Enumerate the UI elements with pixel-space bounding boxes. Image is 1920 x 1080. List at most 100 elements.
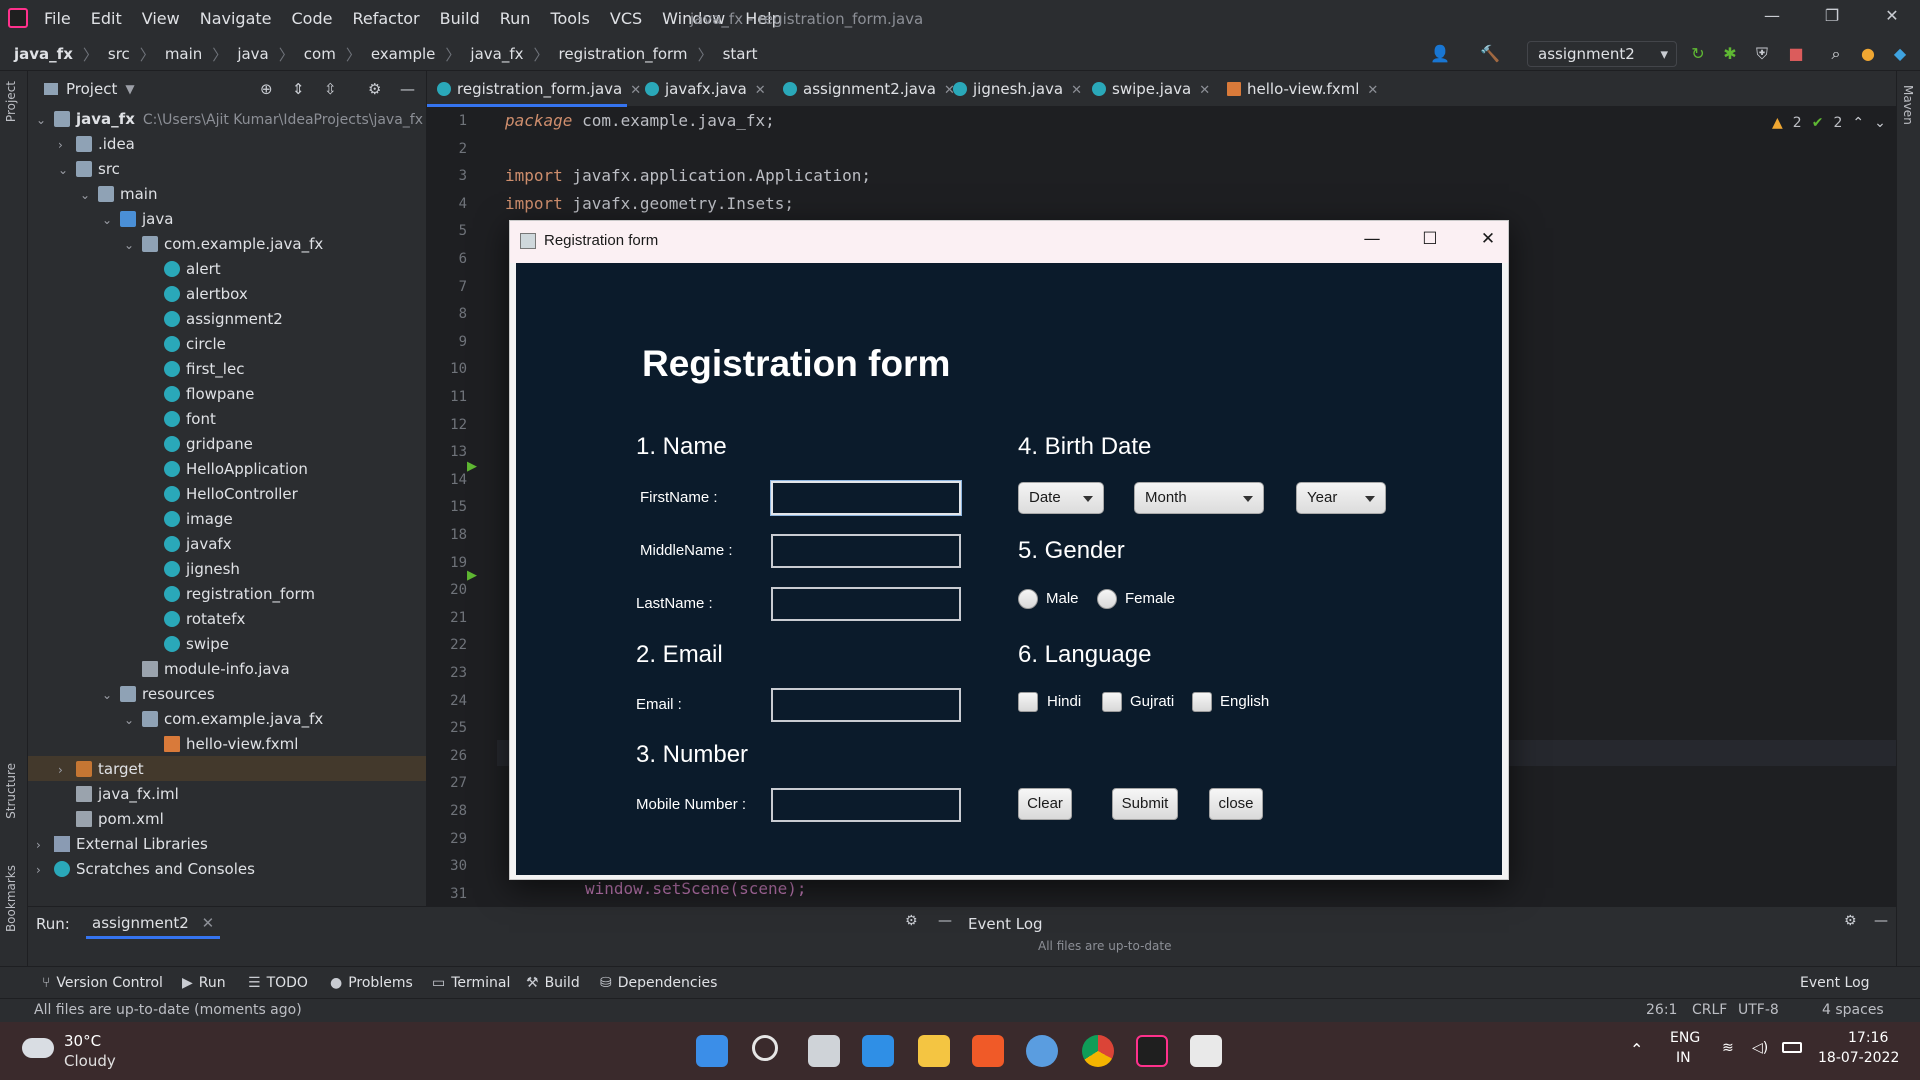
breadcrumb-item[interactable]: start <box>723 45 758 63</box>
tree-item[interactable]: ⌄ java_fx C:\Users\Ajit Kumar\IdeaProjects… <box>36 107 423 132</box>
project-label[interactable]: Project <box>66 80 117 98</box>
restore-icon[interactable]: ❐ <box>1812 6 1852 30</box>
tree-item[interactable]: module-info.java <box>124 657 290 682</box>
stripe-structure[interactable]: Structure <box>4 763 18 819</box>
collapse-all-icon[interactable]: ⇳ <box>324 80 337 98</box>
menu-file[interactable]: File <box>44 9 71 28</box>
lang-top[interactable]: ENG <box>1670 1030 1700 1046</box>
minimize-icon[interactable]: — <box>1352 229 1392 253</box>
clear-button[interactable]: Clear <box>1018 788 1072 820</box>
status-caret-position[interactable]: 26:1 <box>1646 1002 1677 1018</box>
breadcrumb-item[interactable]: com <box>304 45 336 63</box>
toolwindow-run[interactable]: ▶ Run <box>182 967 226 999</box>
hide-panel-icon[interactable]: — <box>938 913 952 929</box>
hammer-icon[interactable]: 🔨 <box>1480 44 1500 64</box>
weather-desc[interactable]: Cloudy <box>64 1052 116 1070</box>
status-line-separator[interactable]: CRLF <box>1692 1002 1727 1018</box>
tree-item[interactable]: circle <box>146 332 226 357</box>
breadcrumb-item[interactable]: java_fx <box>470 45 523 63</box>
tree-item[interactable]: rotatefx <box>146 607 245 632</box>
tree-item[interactable]: registration_form <box>146 582 315 607</box>
tree-item[interactable]: first_lec <box>146 357 244 382</box>
wifi-icon[interactable]: ≋ <box>1722 1040 1734 1056</box>
radio-female[interactable] <box>1097 589 1117 609</box>
chevron-down-icon[interactable]: ⌄ <box>124 708 142 733</box>
chrome-icon[interactable] <box>1082 1035 1114 1067</box>
breadcrumb-item[interactable]: java <box>237 45 268 63</box>
rerun-icon[interactable]: ↻ <box>1688 44 1708 64</box>
close-button[interactable]: close <box>1209 788 1263 820</box>
label-english[interactable]: English <box>1220 693 1269 710</box>
chevron-right-icon[interactable]: › <box>36 858 54 883</box>
run-gutter-icon[interactable]: ▶ <box>467 459 477 474</box>
tree-item[interactable]: alertbox <box>146 282 248 307</box>
label-hindi[interactable]: Hindi <box>1047 693 1081 710</box>
editor-tab[interactable]: hello-view.fxml ✕ <box>1227 71 1378 107</box>
editor-tab[interactable]: swipe.java ✕ <box>1092 71 1210 107</box>
status-indent[interactable]: 4 spaces <box>1822 1002 1884 1018</box>
menu-refactor[interactable]: Refactor <box>352 9 419 28</box>
battery-icon[interactable] <box>1782 1042 1802 1053</box>
breadcrumb-item[interactable]: registration_form <box>559 45 688 63</box>
run-gutter-icon[interactable]: ▶ <box>467 568 477 583</box>
tree-item[interactable]: swipe <box>146 632 229 657</box>
label-gujrati[interactable]: Gujrati <box>1130 693 1174 710</box>
toolwindow-terminal[interactable]: ▭ Terminal <box>432 967 510 999</box>
lastname-input[interactable] <box>771 587 961 621</box>
chevron-down-icon[interactable]: ⌄ <box>102 683 120 708</box>
chevron-down-icon[interactable]: ⌄ <box>1874 115 1886 131</box>
tree-item[interactable]: ⌄ com.example.java_fx <box>124 707 323 732</box>
tree-item[interactable]: › Scratches and Consoles <box>36 857 255 882</box>
stop-icon[interactable]: ■ <box>1786 44 1806 64</box>
tree-item[interactable]: jignesh <box>146 557 240 582</box>
editor-tab[interactable]: registration_form.java ✕ <box>437 71 641 107</box>
close-icon[interactable]: ✕ <box>1199 83 1210 98</box>
stripe-maven[interactable]: Maven <box>1901 85 1915 125</box>
start-icon[interactable] <box>696 1035 728 1067</box>
tree-item[interactable]: ⌄ resources <box>102 682 215 707</box>
tree-item[interactable]: HelloController <box>146 482 298 507</box>
volume-icon[interactable]: ◁) <box>1752 1040 1768 1056</box>
submit-button[interactable]: Submit <box>1112 788 1178 820</box>
gear-icon[interactable]: ⚙ <box>1844 913 1857 929</box>
chevron-right-icon[interactable]: › <box>58 758 76 783</box>
tree-item[interactable]: HelloApplication <box>146 457 308 482</box>
menu-navigate[interactable]: Navigate <box>200 9 272 28</box>
debug-icon[interactable]: ✱ <box>1720 44 1740 64</box>
java-icon[interactable] <box>1190 1035 1222 1067</box>
fx-titlebar[interactable]: Registration form — ☐ ✕ <box>510 221 1508 263</box>
close-icon[interactable]: ✕ <box>1071 83 1082 98</box>
breadcrumb-item[interactable]: main <box>165 45 202 63</box>
tree-item[interactable]: assignment2 <box>146 307 283 332</box>
locate-icon[interactable]: ⊕ <box>260 80 273 98</box>
tree-item[interactable]: ⌄ src <box>58 157 120 182</box>
tree-item[interactable]: › .idea <box>58 132 135 157</box>
chevron-down-icon[interactable]: ⌄ <box>36 108 54 133</box>
inspection-badges[interactable]: ▲ 2 ✔ 2 ⌃ ⌄ <box>1772 115 1886 131</box>
close-icon[interactable]: ✕ <box>1872 6 1912 30</box>
mobile-input[interactable] <box>771 788 961 822</box>
checkbox-gujrati[interactable] <box>1102 692 1122 712</box>
intellij-icon[interactable] <box>1136 1035 1168 1067</box>
breadcrumb-item[interactable]: java_fx <box>14 45 73 63</box>
toolwindow-problems[interactable]: ● Problems <box>330 967 413 999</box>
date-combobox[interactable]: Date <box>1018 482 1104 514</box>
gear-icon[interactable]: ⚙ <box>368 80 381 98</box>
editor-tab[interactable]: jignesh.java ✕ <box>953 71 1082 107</box>
clock-time[interactable]: 17:16 <box>1848 1030 1888 1046</box>
toolwindow-build[interactable]: ⚒ Build <box>526 967 580 999</box>
tree-item[interactable]: javafx <box>146 532 232 557</box>
menu-run[interactable]: Run <box>500 9 531 28</box>
close-icon[interactable]: ✕ <box>1367 83 1378 98</box>
tree-item[interactable]: ⌄ com.example.java_fx <box>124 232 323 257</box>
chevron-up-icon[interactable]: ⌃ <box>1630 1040 1643 1059</box>
clock-date[interactable]: 18-07-2022 <box>1818 1050 1899 1066</box>
search-icon[interactable] <box>752 1035 778 1061</box>
mail-icon[interactable] <box>862 1035 894 1067</box>
editor-tab[interactable]: assignment2.java ✕ <box>783 71 955 107</box>
search-icon[interactable]: ⌕ <box>1826 44 1846 64</box>
menu-code[interactable]: Code <box>292 9 333 28</box>
toolwindow-version-control[interactable]: ⑂ Version Control <box>42 967 163 999</box>
update-icon[interactable]: ● <box>1858 44 1878 64</box>
hide-panel-icon[interactable]: — <box>1874 913 1888 929</box>
